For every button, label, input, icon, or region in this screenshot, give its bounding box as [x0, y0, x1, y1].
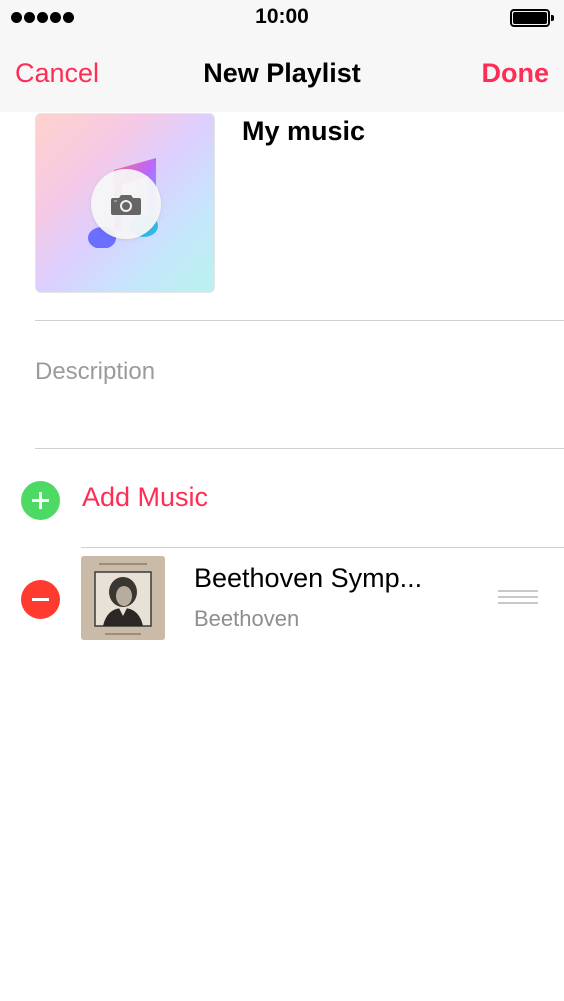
song-artist: Beethoven — [194, 606, 300, 631]
camera-icon — [111, 195, 141, 215]
song-title: Beethoven Symp... — [194, 563, 423, 593]
album-cover-image — [81, 556, 165, 640]
remove-icon[interactable] — [21, 580, 60, 619]
divider — [35, 448, 564, 449]
status-bar: 10:00 — [0, 0, 564, 36]
description-field[interactable]: Description — [35, 358, 155, 386]
status-time: 10:00 — [255, 5, 309, 28]
song-artwork — [81, 556, 165, 640]
battery-icon — [510, 9, 554, 27]
playlist-name-field[interactable]: My music — [242, 116, 365, 147]
page-title: New Playlist — [203, 58, 361, 88]
divider — [35, 320, 564, 321]
navigation-bar: Cancel New Playlist Done — [0, 36, 564, 112]
done-button[interactable]: Done — [482, 58, 550, 89]
divider — [81, 547, 564, 548]
add-music-button[interactable]: Add Music — [82, 482, 208, 513]
playlist-artwork[interactable] — [35, 113, 215, 293]
top-bar: 10:00 Cancel New Playlist Done — [0, 0, 564, 112]
change-photo-button[interactable] — [91, 169, 161, 239]
reorder-icon[interactable] — [498, 590, 538, 606]
add-icon[interactable] — [21, 481, 60, 520]
